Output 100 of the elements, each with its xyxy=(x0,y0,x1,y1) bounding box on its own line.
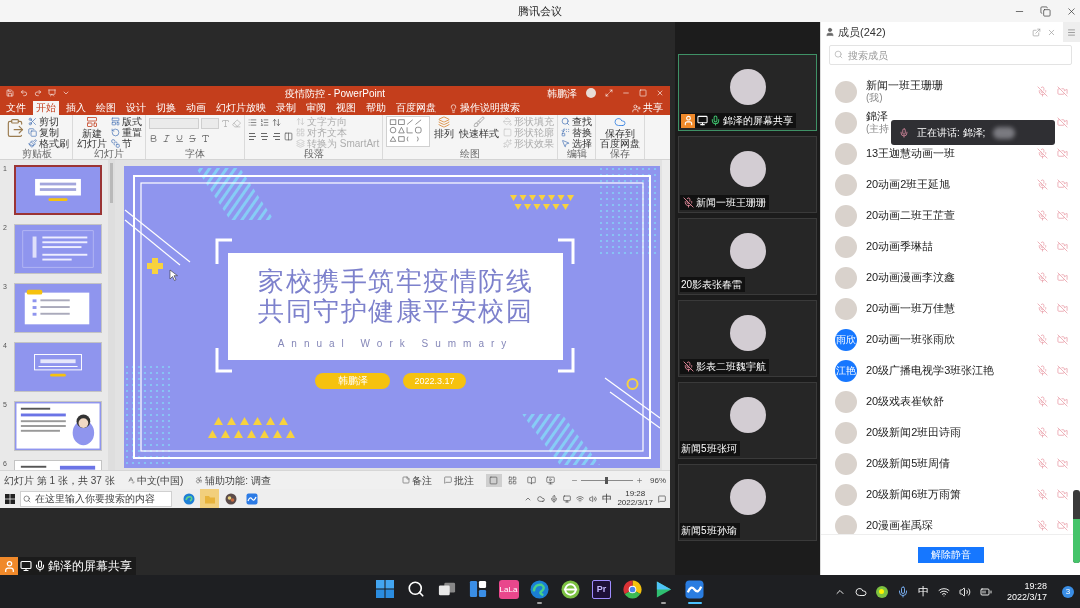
camera-off-icon[interactable] xyxy=(1057,86,1068,97)
font-name-field[interactable] xyxy=(149,118,199,129)
maximize-icon[interactable] xyxy=(639,89,647,97)
video-tile[interactable]: 新闻一班王珊珊 xyxy=(678,136,817,213)
accessibility-button[interactable]: 辅助功能: 调查 xyxy=(195,474,271,486)
columns-icon[interactable] xyxy=(284,132,293,141)
unmute-button[interactable]: 解除静音 xyxy=(917,547,984,563)
camera-off-icon[interactable] xyxy=(1057,396,1068,407)
ribbon-tab[interactable]: 视图 xyxy=(333,101,359,115)
eraser-icon[interactable] xyxy=(232,119,241,128)
mic-muted-icon[interactable] xyxy=(1037,86,1048,97)
comments-button[interactable]: 批注 xyxy=(444,474,474,486)
ribbon-button[interactable]: 格式刷 xyxy=(28,138,69,149)
shape-gallery[interactable] xyxy=(386,116,431,147)
user-avatar[interactable] xyxy=(586,88,596,98)
slide-thumbnail[interactable] xyxy=(14,342,102,392)
task-view-icon[interactable] xyxy=(437,580,456,598)
ribbon-button[interactable]: 选择 xyxy=(561,138,593,149)
input-method-indicator[interactable]: 中 xyxy=(602,493,613,504)
ribbon-tab[interactable]: 幻灯片放映 xyxy=(213,101,269,115)
ribbon-tab[interactable]: 绘图 xyxy=(93,101,119,115)
camera-off-icon[interactable] xyxy=(1057,303,1068,314)
notification-icon[interactable] xyxy=(658,494,666,503)
font-size-field[interactable] xyxy=(201,118,219,129)
zoom-in-icon[interactable] xyxy=(636,476,643,484)
taskbar-search-field[interactable]: 在这里输入你要搜索的内容 xyxy=(20,490,172,507)
speaker-icon[interactable] xyxy=(958,585,971,598)
ribbon-tab[interactable]: 帮助 xyxy=(363,101,389,115)
mic-icon[interactable] xyxy=(896,585,909,598)
mic-muted-icon[interactable] xyxy=(1037,520,1048,531)
zoom-slider[interactable] xyxy=(581,476,633,484)
swirl-app-icon[interactable] xyxy=(530,580,549,599)
mic-muted-icon[interactable] xyxy=(1037,148,1048,159)
align-center-icon[interactable] xyxy=(260,132,269,141)
mic-muted-icon[interactable] xyxy=(1037,458,1048,469)
mic-icon[interactable] xyxy=(550,494,559,503)
video-tile[interactable]: 影表二班魏宇航 xyxy=(678,300,817,377)
video-tile[interactable]: 20影表张春雷 xyxy=(678,218,817,295)
pop-out-icon[interactable] xyxy=(1032,27,1041,37)
notes-button[interactable]: 备注 xyxy=(402,474,432,486)
close-icon[interactable] xyxy=(1047,27,1056,37)
restore-icon[interactable] xyxy=(1040,5,1051,17)
numbered-list-icon[interactable] xyxy=(260,118,269,127)
wave-app-icon[interactable] xyxy=(685,580,704,599)
align-left-icon[interactable] xyxy=(248,132,257,141)
slide-thumbnail[interactable] xyxy=(14,224,102,274)
ribbon-button[interactable]: 重置 xyxy=(111,127,142,138)
play-icon[interactable] xyxy=(654,580,673,599)
camera-off-icon[interactable] xyxy=(1057,365,1068,376)
start-icon[interactable] xyxy=(375,580,394,598)
bold-icon[interactable] xyxy=(149,134,158,143)
caret-icon[interactable] xyxy=(62,89,70,97)
app-icon[interactable]: Pr xyxy=(592,580,611,599)
ribbon-tab[interactable]: 动画 xyxy=(183,101,209,115)
ribbon-tab[interactable]: 百度网盘 xyxy=(393,101,439,115)
slide-thumbnail[interactable] xyxy=(14,283,102,333)
input-method-indicator[interactable]: 中 xyxy=(917,585,929,598)
ribbon-tab[interactable]: 开始 xyxy=(33,101,59,115)
display-icon[interactable] xyxy=(563,494,572,503)
redo-icon[interactable] xyxy=(34,89,42,97)
app-icon[interactable]: LaLa xyxy=(498,580,519,599)
close-icon[interactable] xyxy=(1066,5,1077,17)
video-tile[interactable]: 錦泽的屏幕共享 xyxy=(678,54,817,131)
close-icon[interactable] xyxy=(656,89,664,97)
tell-me-search[interactable]: 操作说明搜索 xyxy=(449,101,520,115)
undo-icon[interactable] xyxy=(20,89,28,97)
ribbon-button[interactable]: 版式 xyxy=(111,116,142,127)
ribbon-button[interactable]: 排列 xyxy=(433,116,456,139)
ribbon-button[interactable]: 复制 xyxy=(28,127,69,138)
ribbon-tab[interactable]: 文件 xyxy=(3,101,29,115)
camera-off-icon[interactable] xyxy=(1057,210,1068,221)
paste-icon[interactable] xyxy=(5,116,25,140)
cloud-icon[interactable] xyxy=(854,585,867,598)
color-wheel-icon[interactable] xyxy=(623,580,642,599)
scrollbar[interactable] xyxy=(662,160,670,470)
ribbon-tab[interactable]: 插入 xyxy=(63,101,89,115)
menu-button[interactable] xyxy=(1063,22,1080,42)
ribbon-tab[interactable]: 设计 xyxy=(123,101,149,115)
diagonal-arrow-icon[interactable] xyxy=(605,89,613,97)
wifi-icon[interactable] xyxy=(937,585,950,598)
mic-muted-icon[interactable] xyxy=(1037,210,1048,221)
zoom-percent[interactable]: 96% xyxy=(650,475,666,485)
camera-off-icon[interactable] xyxy=(1057,272,1068,283)
mic-muted-icon[interactable] xyxy=(1037,272,1048,283)
mic-muted-icon[interactable] xyxy=(1037,396,1048,407)
video-tile[interactable]: 新闻5班孙瑜 xyxy=(678,464,817,541)
underline-icon[interactable] xyxy=(175,134,184,143)
mic-muted-icon[interactable] xyxy=(1037,179,1048,190)
ribbon-button[interactable]: 节 xyxy=(111,138,142,149)
ribbon-button[interactable]: 快速样式 xyxy=(458,116,501,139)
view-button[interactable] xyxy=(486,473,502,487)
ribbon-button[interactable]: 剪切 xyxy=(28,116,69,127)
search-icon[interactable] xyxy=(406,580,425,598)
start-icon[interactable] xyxy=(5,493,15,504)
slide-thumbnail[interactable] xyxy=(14,165,102,215)
battery-icon[interactable] xyxy=(979,585,992,598)
language-button[interactable]: 中文(中国) xyxy=(126,474,184,486)
camera-off-icon[interactable] xyxy=(1057,148,1068,159)
camera-off-icon[interactable] xyxy=(1057,334,1068,345)
slide-thumbnail[interactable] xyxy=(14,401,102,451)
